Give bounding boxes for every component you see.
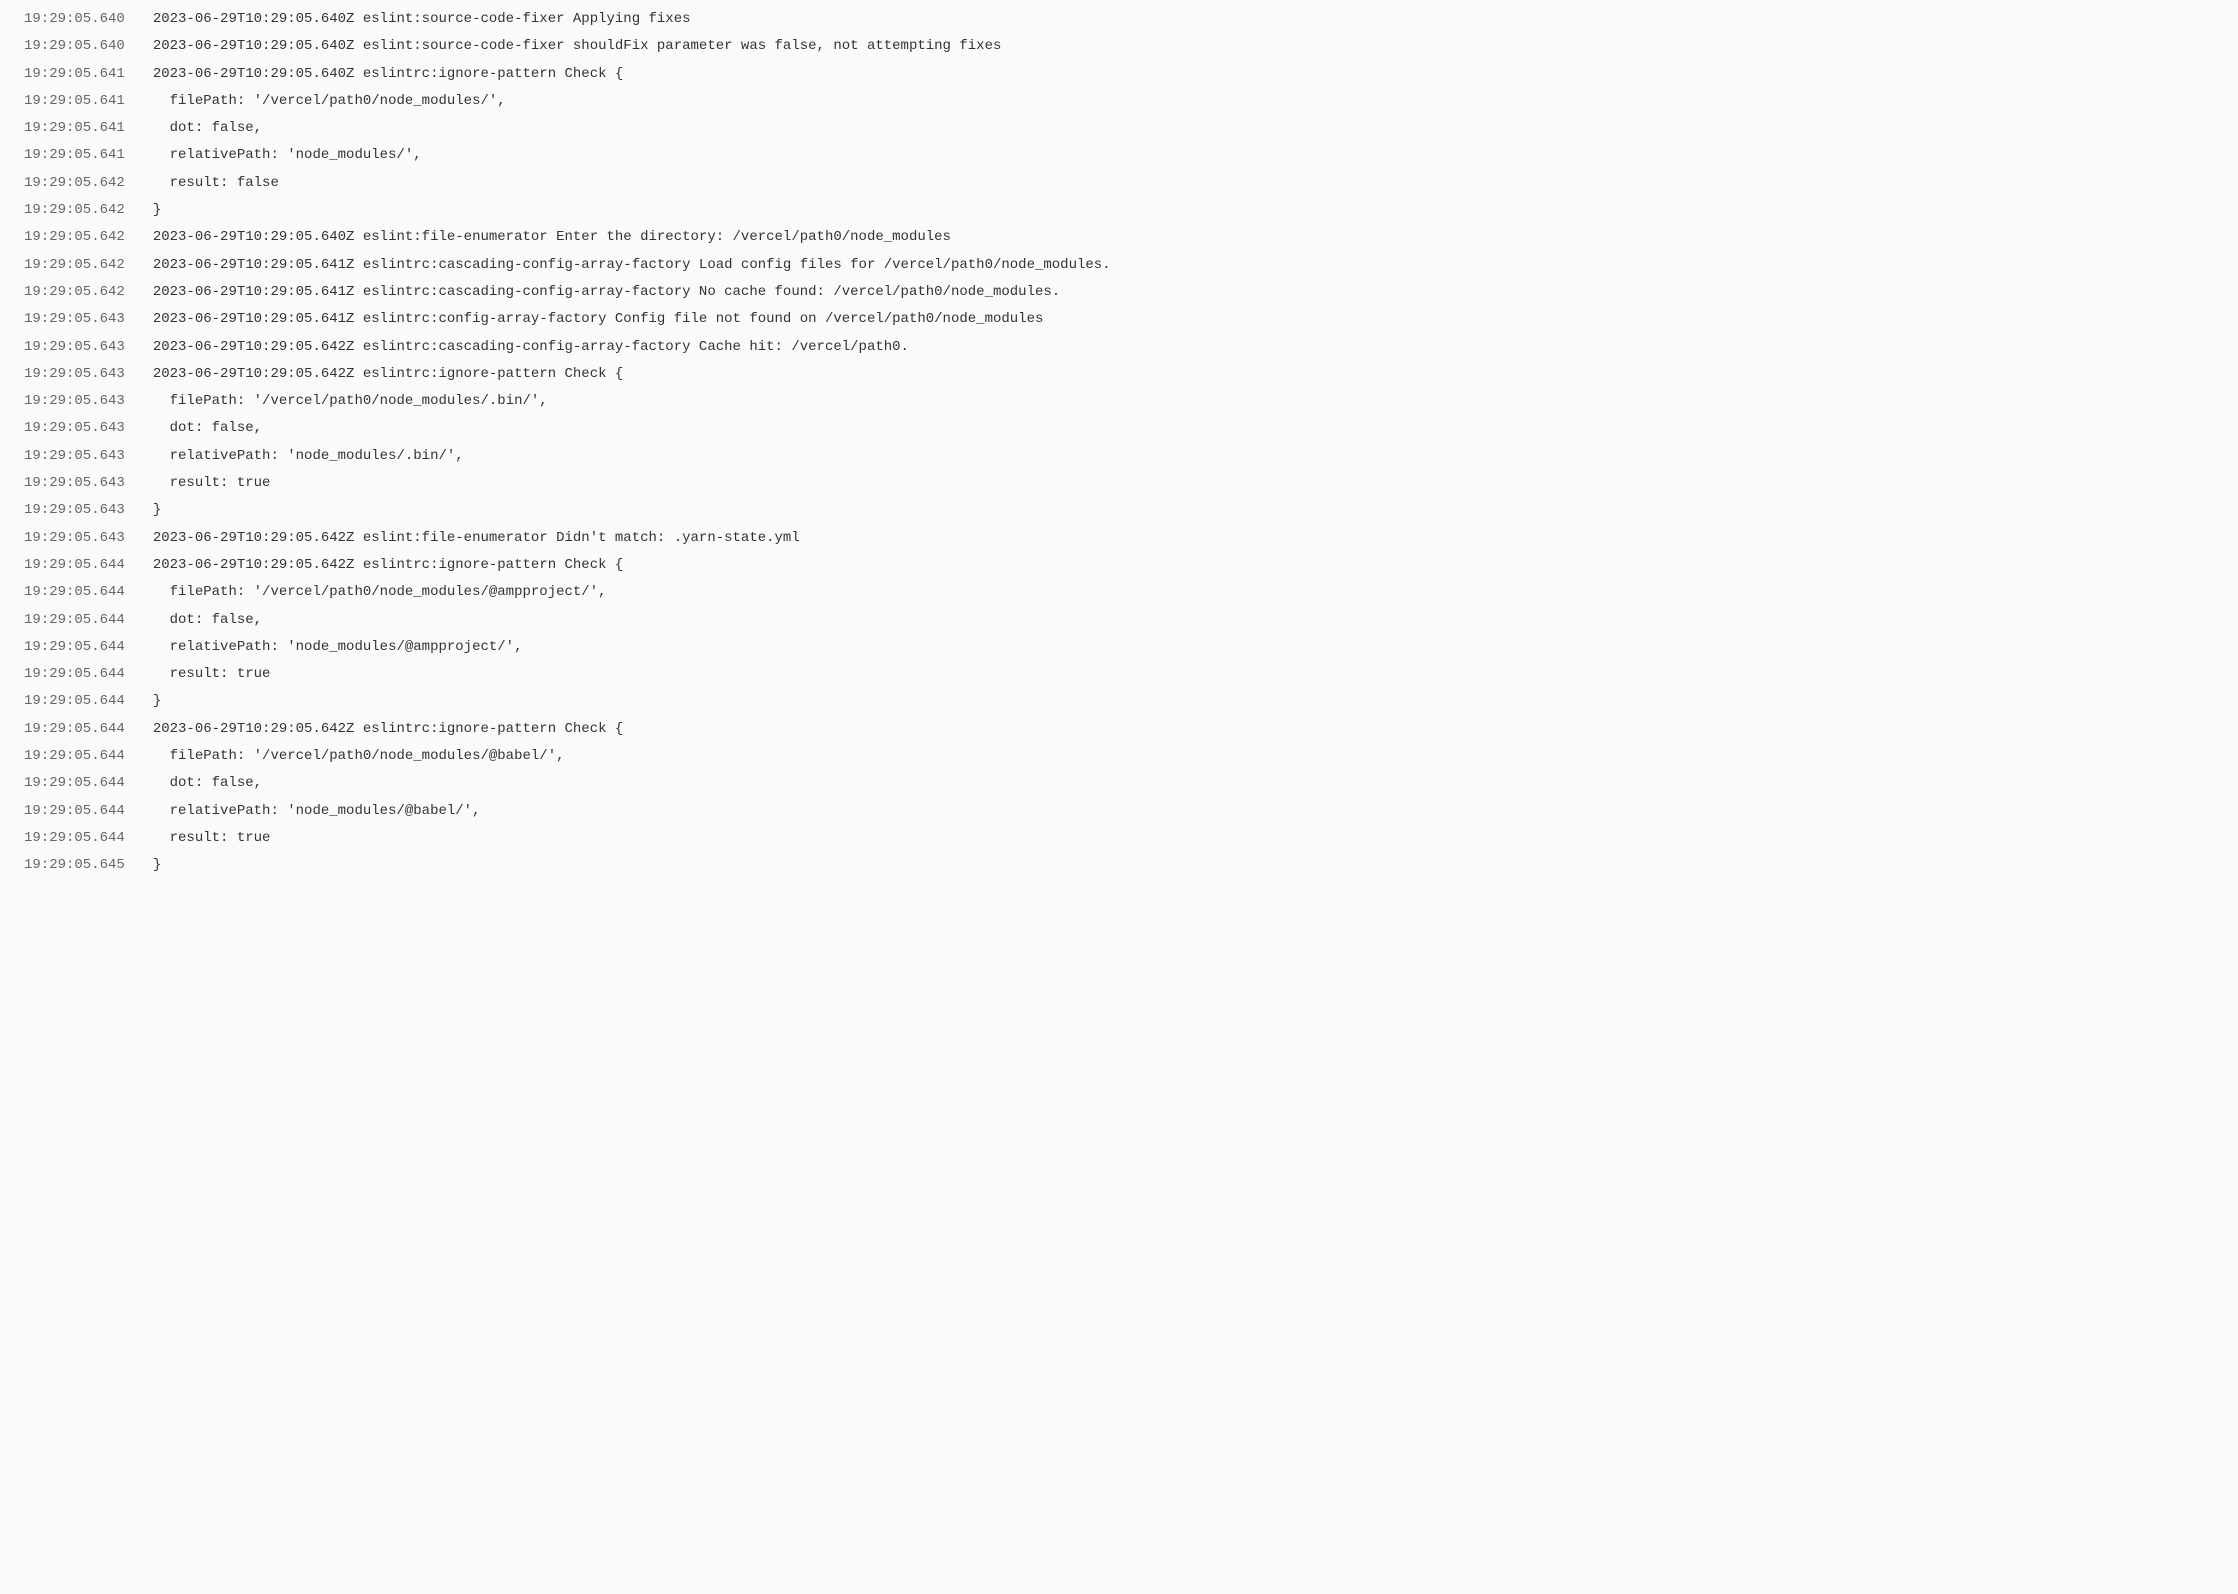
log-message: 2023-06-29T10:29:05.640Z eslint:source-c… [153, 33, 2214, 60]
log-line[interactable]: 19:29:05.641 dot: false, [0, 115, 2238, 142]
log-line[interactable]: 19:29:05.6422023-06-29T10:29:05.641Z esl… [0, 279, 2238, 306]
log-message: filePath: '/vercel/path0/node_modules/@a… [153, 579, 2214, 606]
log-timestamp: 19:29:05.644 [24, 579, 153, 606]
log-message: relativePath: 'node_modules/@babel/', [153, 798, 2214, 825]
log-timestamp: 19:29:05.644 [24, 770, 153, 797]
log-timestamp: 19:29:05.642 [24, 279, 153, 306]
log-message: 2023-06-29T10:29:05.642Z eslintrc:ignore… [153, 361, 2214, 388]
log-timestamp: 19:29:05.643 [24, 470, 153, 497]
log-message: filePath: '/vercel/path0/node_modules/@b… [153, 743, 2214, 770]
log-line[interactable]: 19:29:05.6442023-06-29T10:29:05.642Z esl… [0, 716, 2238, 743]
log-line[interactable]: 19:29:05.6402023-06-29T10:29:05.640Z esl… [0, 6, 2238, 33]
log-timestamp: 19:29:05.644 [24, 798, 153, 825]
log-message: 2023-06-29T10:29:05.641Z eslintrc:cascad… [153, 252, 2214, 279]
log-timestamp: 19:29:05.644 [24, 743, 153, 770]
log-message: dot: false, [153, 770, 2214, 797]
log-timestamp: 19:29:05.644 [24, 552, 153, 579]
log-message: 2023-06-29T10:29:05.642Z eslintrc:ignore… [153, 716, 2214, 743]
log-timestamp: 19:29:05.644 [24, 607, 153, 634]
log-timestamp: 19:29:05.641 [24, 115, 153, 142]
log-timestamp: 19:29:05.643 [24, 334, 153, 361]
log-message: filePath: '/vercel/path0/node_modules/', [153, 88, 2214, 115]
log-message: result: true [153, 470, 2214, 497]
log-timestamp: 19:29:05.641 [24, 61, 153, 88]
log-message: 2023-06-29T10:29:05.642Z eslintrc:cascad… [153, 334, 2214, 361]
log-line[interactable]: 19:29:05.6422023-06-29T10:29:05.641Z esl… [0, 252, 2238, 279]
log-message: 2023-06-29T10:29:05.640Z eslintrc:ignore… [153, 61, 2214, 88]
log-line[interactable]: 19:29:05.643} [0, 497, 2238, 524]
log-timestamp: 19:29:05.643 [24, 497, 153, 524]
log-line[interactable]: 19:29:05.644 filePath: '/vercel/path0/no… [0, 579, 2238, 606]
log-message: dot: false, [153, 115, 2214, 142]
log-timestamp: 19:29:05.640 [24, 6, 153, 33]
log-message: relativePath: 'node_modules/.bin/', [153, 443, 2214, 470]
log-line[interactable]: 19:29:05.642 result: false [0, 170, 2238, 197]
log-line[interactable]: 19:29:05.643 filePath: '/vercel/path0/no… [0, 388, 2238, 415]
log-timestamp: 19:29:05.642 [24, 224, 153, 251]
log-timestamp: 19:29:05.643 [24, 525, 153, 552]
log-message: dot: false, [153, 607, 2214, 634]
log-line[interactable]: 19:29:05.644 dot: false, [0, 770, 2238, 797]
log-timestamp: 19:29:05.643 [24, 415, 153, 442]
log-line[interactable]: 19:29:05.645} [0, 852, 2238, 879]
log-timestamp: 19:29:05.642 [24, 252, 153, 279]
log-timestamp: 19:29:05.644 [24, 825, 153, 852]
log-message: } [153, 197, 2214, 224]
log-timestamp: 19:29:05.643 [24, 388, 153, 415]
log-timestamp: 19:29:05.644 [24, 688, 153, 715]
log-line[interactable]: 19:29:05.6402023-06-29T10:29:05.640Z esl… [0, 33, 2238, 60]
log-line[interactable]: 19:29:05.641 filePath: '/vercel/path0/no… [0, 88, 2238, 115]
log-line[interactable]: 19:29:05.641 relativePath: 'node_modules… [0, 142, 2238, 169]
log-line[interactable]: 19:29:05.642} [0, 197, 2238, 224]
log-timestamp: 19:29:05.643 [24, 361, 153, 388]
log-output: 19:29:05.6402023-06-29T10:29:05.640Z esl… [0, 6, 2238, 880]
log-line[interactable]: 19:29:05.644 filePath: '/vercel/path0/no… [0, 743, 2238, 770]
log-line[interactable]: 19:29:05.6432023-06-29T10:29:05.641Z esl… [0, 306, 2238, 333]
log-message: 2023-06-29T10:29:05.640Z eslint:source-c… [153, 6, 2214, 33]
log-line[interactable]: 19:29:05.6442023-06-29T10:29:05.642Z esl… [0, 552, 2238, 579]
log-timestamp: 19:29:05.642 [24, 170, 153, 197]
log-line[interactable]: 19:29:05.6412023-06-29T10:29:05.640Z esl… [0, 61, 2238, 88]
log-timestamp: 19:29:05.644 [24, 634, 153, 661]
log-message: relativePath: 'node_modules/@ampproject/… [153, 634, 2214, 661]
log-line[interactable]: 19:29:05.6432023-06-29T10:29:05.642Z esl… [0, 361, 2238, 388]
log-line[interactable]: 19:29:05.643 result: true [0, 470, 2238, 497]
log-line[interactable]: 19:29:05.644 dot: false, [0, 607, 2238, 634]
log-timestamp: 19:29:05.643 [24, 306, 153, 333]
log-timestamp: 19:29:05.645 [24, 852, 153, 879]
log-line[interactable]: 19:29:05.644 result: true [0, 825, 2238, 852]
log-line[interactable]: 19:29:05.6422023-06-29T10:29:05.640Z esl… [0, 224, 2238, 251]
log-timestamp: 19:29:05.644 [24, 716, 153, 743]
log-line[interactable]: 19:29:05.644 relativePath: 'node_modules… [0, 798, 2238, 825]
log-line[interactable]: 19:29:05.644} [0, 688, 2238, 715]
log-line[interactable]: 19:29:05.6432023-06-29T10:29:05.642Z esl… [0, 334, 2238, 361]
log-message: } [153, 497, 2214, 524]
log-line[interactable]: 19:29:05.643 dot: false, [0, 415, 2238, 442]
log-line[interactable]: 19:29:05.6432023-06-29T10:29:05.642Z esl… [0, 525, 2238, 552]
log-timestamp: 19:29:05.641 [24, 88, 153, 115]
log-line[interactable]: 19:29:05.643 relativePath: 'node_modules… [0, 443, 2238, 470]
log-message: filePath: '/vercel/path0/node_modules/.b… [153, 388, 2214, 415]
log-timestamp: 19:29:05.644 [24, 661, 153, 688]
log-message: result: true [153, 661, 2214, 688]
log-timestamp: 19:29:05.641 [24, 142, 153, 169]
log-message: dot: false, [153, 415, 2214, 442]
log-message: } [153, 852, 2214, 879]
log-timestamp: 19:29:05.643 [24, 443, 153, 470]
log-message: 2023-06-29T10:29:05.642Z eslint:file-enu… [153, 525, 2214, 552]
log-line[interactable]: 19:29:05.644 relativePath: 'node_modules… [0, 634, 2238, 661]
log-message: 2023-06-29T10:29:05.640Z eslint:file-enu… [153, 224, 2214, 251]
log-message: relativePath: 'node_modules/', [153, 142, 2214, 169]
log-timestamp: 19:29:05.642 [24, 197, 153, 224]
log-message: 2023-06-29T10:29:05.641Z eslintrc:config… [153, 306, 2214, 333]
log-message: 2023-06-29T10:29:05.642Z eslintrc:ignore… [153, 552, 2214, 579]
log-message: result: true [153, 825, 2214, 852]
log-message: 2023-06-29T10:29:05.641Z eslintrc:cascad… [153, 279, 2214, 306]
log-message: } [153, 688, 2214, 715]
log-message: result: false [153, 170, 2214, 197]
log-timestamp: 19:29:05.640 [24, 33, 153, 60]
log-line[interactable]: 19:29:05.644 result: true [0, 661, 2238, 688]
